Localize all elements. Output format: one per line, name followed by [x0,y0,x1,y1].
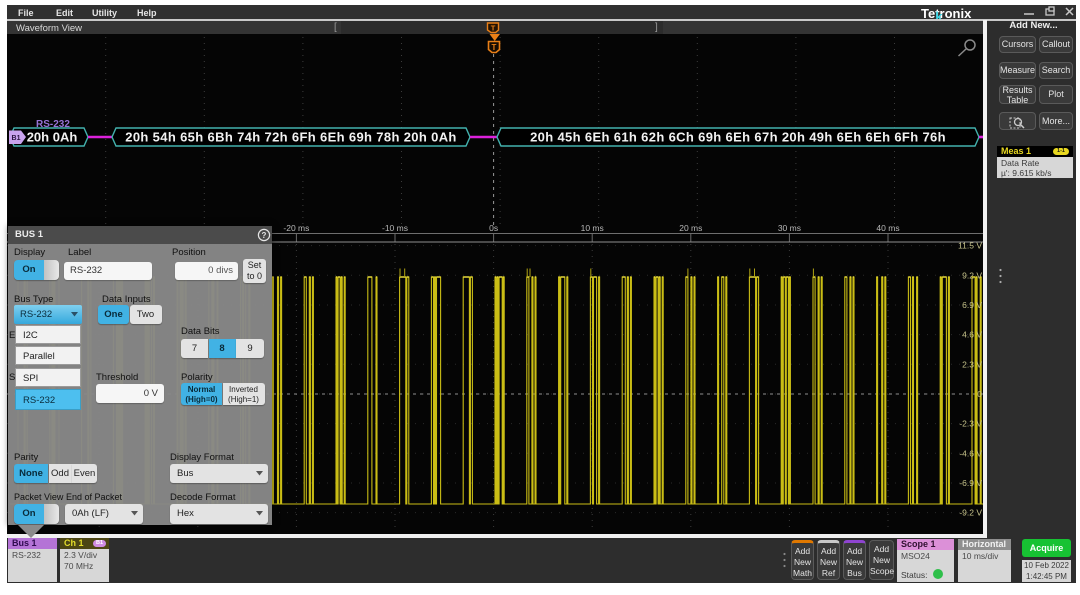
svg-text:T: T [492,43,497,52]
svg-text:6.9 V: 6.9 V [962,300,982,310]
svg-text:20h 0Ah: 20h 0Ah [27,130,78,145]
svg-text:-2.3 V: -2.3 V [959,419,982,429]
svg-text:30 ms: 30 ms [778,223,801,233]
svg-text:T: T [491,24,496,33]
svg-text:-4.6 V: -4.6 V [959,448,982,458]
svg-text:2.3 V: 2.3 V [962,359,982,369]
svg-text:-9.2 V: -9.2 V [959,508,982,518]
svg-text:40 ms: 40 ms [876,223,899,233]
svg-text:20 ms: 20 ms [679,223,702,233]
svg-text:9.2 V: 9.2 V [962,270,982,280]
svg-text:-6.9 V: -6.9 V [959,478,982,488]
svg-text:-10 ms: -10 ms [382,223,408,233]
svg-text:20h 54h 65h 6Bh 74h 72h 6Fh 6E: 20h 54h 65h 6Bh 74h 72h 6Fh 6Eh 69h 78h … [125,130,456,145]
svg-text:4.6 V: 4.6 V [962,330,982,340]
svg-text:20h 45h 6Eh 61h 62h 6Ch 69h 6E: 20h 45h 6Eh 61h 62h 6Ch 69h 6Eh 67h 20h … [530,130,946,145]
svg-text:-20 ms: -20 ms [283,223,309,233]
svg-text:0: 0 [977,389,982,399]
svg-text:10 ms: 10 ms [581,223,604,233]
svg-text:B1: B1 [12,135,21,142]
svg-text:?: ? [262,231,267,240]
svg-text:11.5 V: 11.5 V [958,241,982,251]
